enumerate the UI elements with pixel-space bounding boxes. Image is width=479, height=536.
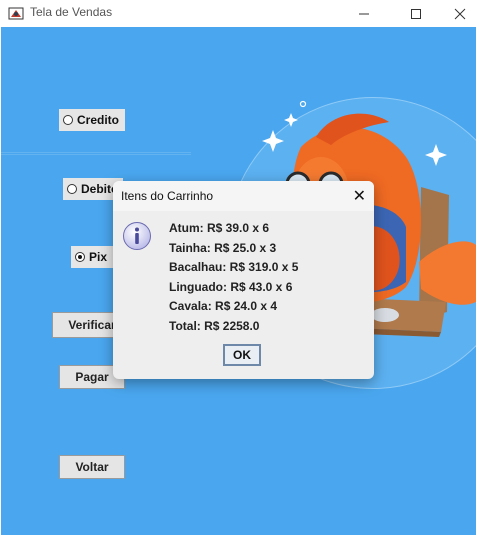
cart-line-linguado: Linguado: R$ 43.0 x 6 [169, 279, 293, 294]
minimize-button[interactable] [341, 0, 387, 27]
radio-credito[interactable]: Credito [59, 109, 125, 131]
cart-total: Total: R$ 2258.0 [169, 318, 260, 333]
maximize-button[interactable] [393, 0, 439, 27]
radio-label-pix: Pix [89, 250, 108, 264]
cart-line-cavala: Cavala: R$ 24.0 x 4 [169, 299, 278, 313]
cart-line-atum: Atum: R$ 39.0 x 6 [169, 221, 270, 235]
radio-pix[interactable]: Pix [71, 246, 115, 268]
ok-button[interactable]: OK [223, 344, 261, 366]
cart-line-bacalhau: Bacalhau: R$ 319.0 x 5 [169, 260, 299, 274]
minimize-icon [359, 13, 369, 14]
cart-items-dialog: Itens do Carrinho ✕ Atum: R$ 39.0 x 6 Ta… [113, 181, 374, 379]
dialog-titlebar: Itens do Carrinho ✕ [113, 181, 374, 211]
radio-button-credito[interactable] [63, 115, 73, 125]
dialog-title: Itens do Carrinho [121, 189, 214, 203]
radio-button-pix[interactable] [75, 252, 85, 262]
radio-button-debito[interactable] [67, 184, 77, 194]
window-title: Tela de Vendas [30, 5, 113, 19]
dialog-close-icon[interactable]: ✕ [353, 186, 366, 205]
info-icon [123, 222, 151, 250]
back-button[interactable]: Voltar [59, 455, 125, 479]
maximize-icon [411, 8, 421, 19]
cart-line-tainha: Tainha: R$ 25.0 x 3 [169, 240, 277, 255]
cart-items-list: Atum: R$ 39.0 x 6 Tainha: R$ 25.0 x 3 Ba… [169, 221, 298, 338]
close-button[interactable] [437, 0, 479, 27]
radio-label-credito: Credito [77, 113, 119, 127]
java-app-icon [8, 7, 24, 20]
close-icon [454, 8, 466, 19]
window-titlebar: Tela de Vendas [0, 0, 479, 27]
